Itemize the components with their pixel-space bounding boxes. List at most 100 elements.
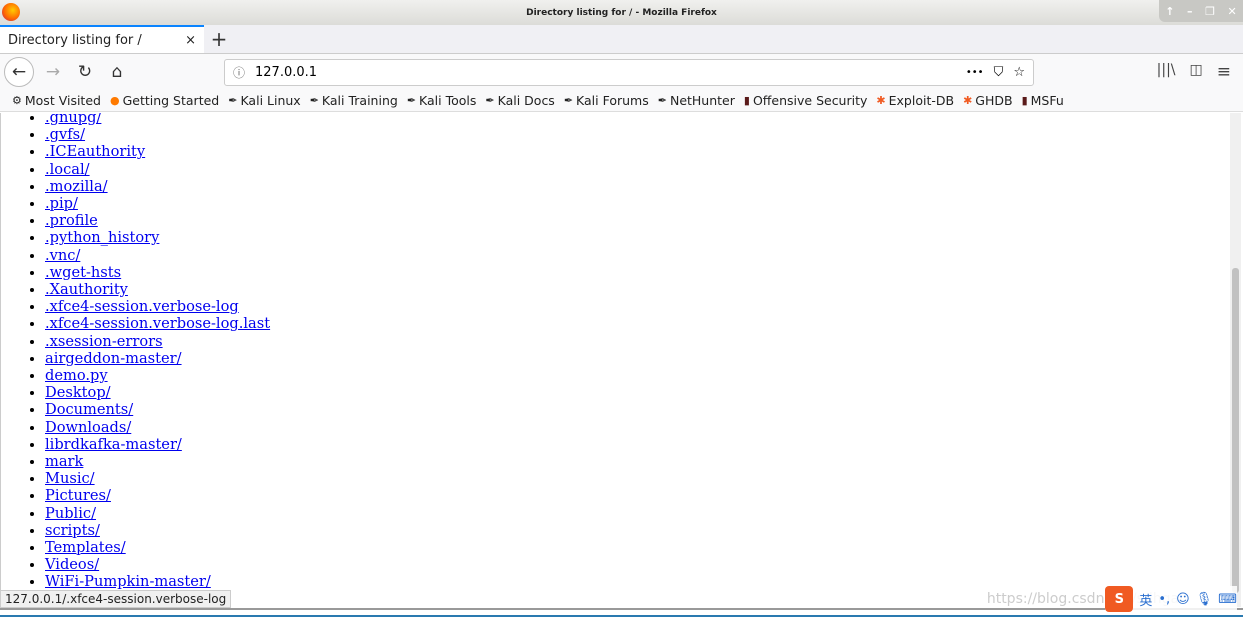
back-button[interactable]: ← — [4, 57, 34, 87]
ime-emoji-icon[interactable]: ☺ — [1176, 592, 1190, 607]
list-item: Templates/ — [45, 539, 1230, 556]
bookmark-label: Getting Started — [122, 93, 220, 108]
file-link[interactable]: demo.py — [45, 367, 108, 384]
file-link[interactable]: Videos/ — [45, 556, 99, 573]
url-text[interactable]: 127.0.0.1 — [255, 65, 317, 80]
file-link[interactable]: .python_history — [45, 229, 159, 246]
list-item: .xfce4-session.verbose-log.last — [45, 315, 1230, 332]
home-button[interactable]: ⌂ — [104, 59, 130, 85]
list-item: WiFi-Pumpkin-master/ — [45, 573, 1230, 590]
vertical-scrollbar[interactable] — [1230, 113, 1241, 607]
window-maximize-button[interactable]: ❐ — [1205, 5, 1215, 18]
file-link[interactable]: WiFi-Pumpkin-master/ — [45, 573, 211, 590]
file-link[interactable]: airgeddon-master/ — [45, 350, 182, 367]
file-link[interactable]: .ICEauthority — [45, 143, 145, 160]
file-link[interactable]: scripts/ — [45, 522, 100, 539]
bookmark-getting-started[interactable]: ● Getting Started — [110, 93, 219, 108]
file-link[interactable]: Pictures/ — [45, 487, 111, 504]
kali-icon: ✒ — [657, 94, 667, 107]
library-icon[interactable]: |||\ — [1157, 62, 1176, 82]
bookmark-kali-linux[interactable]: ✒ Kali Linux — [228, 93, 300, 108]
file-link[interactable]: .xfce4-session.verbose-log.last — [45, 315, 270, 332]
list-item: scripts/ — [45, 522, 1230, 539]
file-link[interactable]: librdkafka-master/ — [45, 436, 182, 453]
ime-punct-toggle[interactable]: •, — [1158, 592, 1170, 607]
bookmark-label: Kali Linux — [240, 93, 301, 108]
ime-keyboard-icon[interactable]: ⌨ — [1218, 592, 1237, 607]
pocket-icon[interactable]: ⛉ — [994, 65, 1004, 80]
file-link[interactable]: Downloads/ — [45, 419, 131, 436]
window-up-button[interactable]: ↑ — [1165, 5, 1174, 18]
file-link[interactable]: Music/ — [45, 470, 95, 487]
window-close-button[interactable]: ✕ — [1228, 5, 1237, 18]
file-link[interactable]: .profile — [45, 212, 98, 229]
tab-close-icon[interactable]: × — [185, 33, 196, 48]
file-link[interactable]: mark — [45, 453, 83, 470]
bookmark-ghdb[interactable]: ✱ GHDB — [963, 93, 1013, 108]
list-item: Videos/ — [45, 556, 1230, 573]
bookmark-star-icon[interactable]: ☆ — [1013, 65, 1025, 80]
tab-bar: Directory listing for / × + — [0, 25, 1243, 54]
status-url: 127.0.0.1/.xfce4-session.verbose-log — [0, 590, 232, 608]
window-minimize-button[interactable]: – — [1187, 5, 1193, 18]
file-link[interactable]: Documents/ — [45, 401, 133, 418]
window-titlebar: Directory listing for / - Mozilla Firefo… — [0, 0, 1243, 25]
bookmark-kali-docs[interactable]: ✒ Kali Docs — [485, 93, 554, 108]
file-link[interactable]: .local/ — [45, 161, 90, 178]
list-item: .vnc/ — [45, 247, 1230, 264]
url-bar[interactable]: ⓘ 127.0.0.1 ••• ⛉ ☆ — [224, 58, 1034, 86]
sidebar-icon[interactable]: ◫ — [1190, 62, 1203, 82]
scrollbar-thumb[interactable] — [1232, 268, 1239, 593]
bookmark-label: Kali Forums — [576, 93, 649, 108]
tab-directory-listing[interactable]: Directory listing for / × — [0, 25, 204, 53]
list-item: .xfce4-session.verbose-log — [45, 298, 1230, 315]
list-item: .python_history — [45, 229, 1230, 246]
file-link[interactable]: .gvfs/ — [45, 126, 85, 143]
file-link[interactable]: .Xauthority — [45, 281, 128, 298]
list-item: Desktop/ — [45, 384, 1230, 401]
file-link[interactable]: .mozilla/ — [45, 178, 108, 195]
bookmark-label: Offensive Security — [752, 93, 868, 108]
ime-mic-icon[interactable]: 🎙 — [1196, 592, 1213, 607]
sogou-logo-icon[interactable]: S — [1105, 586, 1134, 612]
nav-bar: ← → ↻ ⌂ ⓘ 127.0.0.1 ••• ⛉ ☆ |||\ ◫ ≡ — [0, 54, 1243, 90]
bookmark-exploit-db[interactable]: ✱ Exploit-DB — [876, 93, 954, 108]
bookmark-kali-training[interactable]: ✒ Kali Training — [310, 93, 398, 108]
list-item: Downloads/ — [45, 419, 1230, 436]
file-link[interactable]: .xsession-errors — [45, 333, 163, 350]
forward-button[interactable]: → — [40, 59, 66, 85]
reload-button[interactable]: ↻ — [72, 59, 98, 85]
bookmark-offensive-security[interactable]: ▮ Offensive Security — [744, 93, 868, 108]
ime-lang-toggle[interactable]: 英 — [1139, 590, 1152, 609]
menu-icon[interactable]: ≡ — [1217, 62, 1231, 82]
list-item: Pictures/ — [45, 487, 1230, 504]
firefox-icon: ● — [109, 94, 120, 107]
page-actions-icon[interactable]: ••• — [966, 67, 984, 78]
window-controls: ↑ – ❐ ✕ — [1159, 0, 1243, 22]
new-tab-button[interactable]: + — [204, 25, 234, 53]
offsec-icon: ▮ — [743, 94, 750, 107]
list-item: .local/ — [45, 161, 1230, 178]
bookmark-most-visited[interactable]: ⚙ Most Visited — [12, 93, 101, 108]
bookmark-kali-forums[interactable]: ✒ Kali Forums — [564, 93, 649, 108]
file-link[interactable]: .wget-hsts — [45, 264, 121, 281]
file-link[interactable]: Public/ — [45, 505, 96, 522]
file-link[interactable]: Templates/ — [45, 539, 126, 556]
list-item: .gnupg/ — [45, 113, 1230, 126]
file-link[interactable]: .vnc/ — [45, 247, 80, 264]
bookmark-label: Kali Docs — [497, 93, 555, 108]
list-item: librdkafka-master/ — [45, 436, 1230, 453]
bookmark-nethunter[interactable]: ✒ NetHunter — [658, 93, 735, 108]
file-link[interactable]: .gnupg/ — [45, 113, 101, 126]
kali-icon: ✒ — [485, 94, 495, 107]
info-icon[interactable]: ⓘ — [233, 64, 245, 81]
list-item: Documents/ — [45, 401, 1230, 418]
bookmark-label: GHDB — [975, 93, 1013, 108]
list-item: .xsession-errors — [45, 333, 1230, 350]
bookmark-kali-tools[interactable]: ✒ Kali Tools — [407, 93, 477, 108]
file-link[interactable]: .xfce4-session.verbose-log — [45, 298, 239, 315]
bookmark-msfu[interactable]: ▮ MSFu — [1022, 93, 1064, 108]
list-item: demo.py — [45, 367, 1230, 384]
file-link[interactable]: .pip/ — [45, 195, 78, 212]
file-link[interactable]: Desktop/ — [45, 384, 111, 401]
